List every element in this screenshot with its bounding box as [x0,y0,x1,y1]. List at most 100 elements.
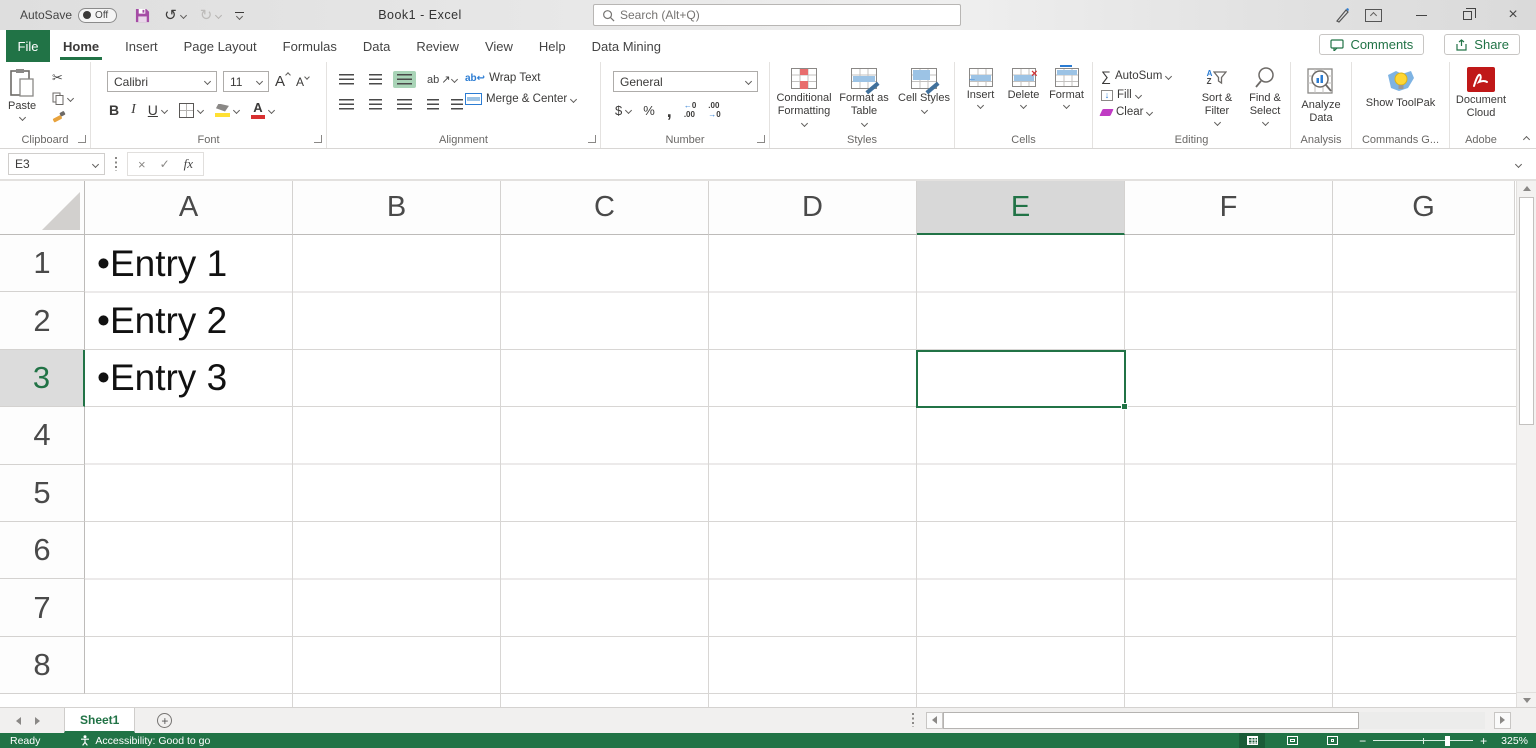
accounting-format-button[interactable]: $ [615,103,631,118]
conditional-formatting-button[interactable]: Conditional Formatting [774,68,834,126]
tab-review[interactable]: Review [403,30,472,62]
row-header-5[interactable]: 5 [0,465,85,522]
restore-button[interactable] [1444,0,1490,30]
tab-data-mining[interactable]: Data Mining [579,30,674,62]
paste-button[interactable]: Paste [8,68,36,120]
page-layout-view-button[interactable] [1279,733,1305,748]
copy-button[interactable] [52,92,73,105]
close-button[interactable]: × [1490,0,1536,30]
column-header-b[interactable]: B [293,181,501,235]
percent-style-button[interactable]: % [643,103,655,118]
font-name-combo[interactable]: Calibri [107,71,217,92]
formula-bar-resize-handle[interactable] [115,157,117,171]
zoom-slider-handle[interactable] [1445,736,1450,746]
decrease-indent-icon[interactable] [427,99,439,110]
share-button[interactable]: Share [1444,34,1520,55]
decrease-font-size-button[interactable]: A [296,75,309,89]
minimize-button[interactable] [1398,0,1444,30]
font-dialog-launcher-icon[interactable] [314,135,322,143]
autosum-button[interactable]: ∑ AutoSum [1101,68,1171,84]
insert-function-icon[interactable]: fx [184,156,193,172]
column-header-d[interactable]: D [709,181,917,235]
top-align-button[interactable] [335,71,358,88]
tab-help[interactable]: Help [526,30,579,62]
ribbon-display-options-button[interactable] [1365,9,1382,22]
decrease-decimal-button[interactable]: .00→0 [708,102,720,120]
horizontal-scroll-track[interactable] [1359,712,1485,729]
increase-decimal-button[interactable]: ←0.00 [684,102,696,120]
search-input[interactable]: Search (Alt+Q) [593,4,961,26]
format-as-table-button[interactable]: Format as Table [834,68,894,126]
tab-view[interactable]: View [472,30,526,62]
enter-entry-icon[interactable]: ✓ [160,157,170,171]
bold-button[interactable]: B [109,102,119,118]
merge-center-button[interactable]: Merge & Center [465,93,576,105]
previous-sheet-icon[interactable] [16,717,21,725]
zoom-in-button[interactable]: + [1480,735,1487,747]
page-break-view-button[interactable] [1319,733,1345,748]
show-toolpak-button[interactable]: Show ToolPak [1352,67,1449,110]
cell-area[interactable]: •Entry 1 •Entry 2 •Entry 3 [85,235,1516,707]
format-painter-icon[interactable] [52,111,66,124]
tab-home[interactable]: Home [50,30,112,62]
comments-button[interactable]: Comments [1319,34,1424,55]
scroll-up-button[interactable] [1517,181,1536,196]
scroll-right-button[interactable] [1494,712,1511,729]
row-header-1[interactable]: 1 [0,235,85,292]
increase-indent-icon[interactable] [451,99,463,110]
row-header-2[interactable]: 2 [0,292,85,349]
tab-data[interactable]: Data [350,30,403,62]
autosave-toggle[interactable]: Off [78,8,117,23]
undo-button[interactable]: ↺ [164,6,186,24]
indent-buttons[interactable] [423,95,467,113]
sort-filter-button[interactable]: AZ Sort & Filter [1193,66,1241,125]
borders-button[interactable] [179,103,203,118]
customize-qat-button[interactable] [235,12,244,19]
cancel-entry-icon[interactable]: × [138,157,146,172]
center-button[interactable] [365,96,386,113]
fill-handle[interactable] [1121,403,1128,410]
collapse-ribbon-icon[interactable] [1523,136,1530,143]
increase-font-size-button[interactable]: A [275,73,290,90]
horizontal-scrollbar[interactable] [912,710,1485,730]
vertical-scrollbar[interactable] [1516,181,1536,707]
delete-cells-button[interactable]: × Delete [1002,68,1045,108]
fill-color-button[interactable] [215,104,239,117]
zoom-out-button[interactable]: − [1359,735,1366,747]
tab-formulas[interactable]: Formulas [270,30,350,62]
save-icon[interactable] [135,8,150,23]
new-sheet-button[interactable]: + [157,713,172,728]
column-header-c[interactable]: C [501,181,709,235]
cut-icon[interactable]: ✂ [52,70,63,86]
name-box-dropdown-icon[interactable] [92,160,99,167]
name-box[interactable]: E3 [8,153,105,175]
fill-button[interactable]: ↓ Fill [1101,89,1171,101]
font-size-combo[interactable]: 11 [223,71,269,92]
zoom-slider[interactable] [1373,740,1473,741]
cell-a3[interactable]: •Entry 3 [85,350,385,407]
wrap-text-button[interactable]: ab↩ Wrap Text [465,72,576,84]
row-header-8[interactable]: 8 [0,637,85,694]
horizontal-scroll-thumb[interactable] [943,712,1359,729]
comma-style-button[interactable]: , [667,106,672,116]
accessibility-status[interactable]: Accessibility: Good to go [80,735,210,747]
format-cells-button[interactable]: Format [1045,68,1088,108]
number-dialog-launcher-icon[interactable] [757,135,765,143]
scroll-down-button[interactable] [1517,692,1536,707]
middle-align-button[interactable] [365,71,386,88]
cell-a1[interactable]: •Entry 1 [85,235,385,292]
row-header-7[interactable]: 7 [0,579,85,636]
orientation-button[interactable]: ab↗ [423,70,467,89]
clipboard-dialog-launcher-icon[interactable] [78,135,86,143]
column-header-a[interactable]: A [85,181,293,235]
normal-view-button[interactable] [1239,733,1265,748]
vertical-scroll-thumb[interactable] [1519,197,1534,425]
number-format-combo[interactable]: General [613,71,758,92]
clear-button[interactable]: Clear [1101,106,1171,118]
underline-button[interactable]: U [148,102,167,118]
paste-dropdown-icon[interactable] [19,114,26,121]
zoom-level[interactable]: 325% [1501,735,1528,747]
column-header-g[interactable]: G [1333,181,1515,235]
column-header-e[interactable]: E [917,181,1125,235]
document-cloud-button[interactable]: Document Cloud [1450,67,1512,120]
